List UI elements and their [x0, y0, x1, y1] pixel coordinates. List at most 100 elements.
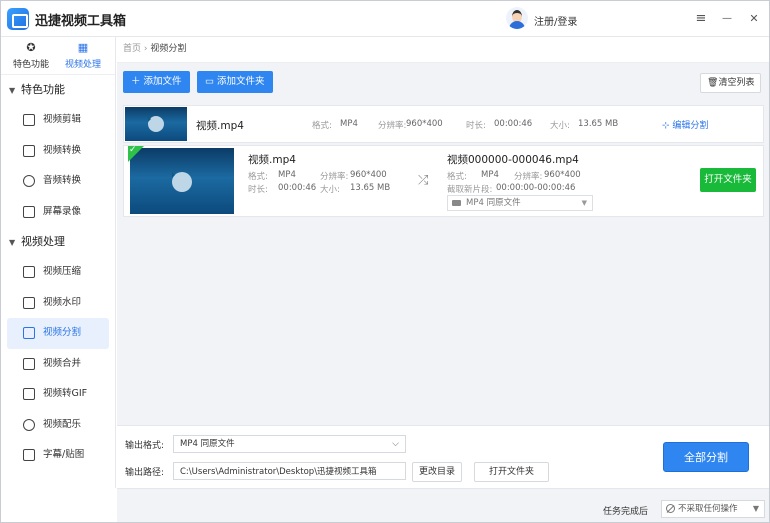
size-label: 大小:	[550, 121, 570, 131]
sidebar-item-video-convert[interactable]: 视频转换	[1, 136, 115, 167]
split-icon: ⊹	[662, 121, 673, 131]
sidebar-item-video-to-gif[interactable]: 视频转GIF	[1, 379, 115, 410]
sidebar-item-label: 字幕/贴图	[43, 449, 85, 460]
login-link[interactable]: 注册/登录	[534, 13, 577, 28]
sidebar-item-video-split[interactable]: 视频分割	[7, 318, 109, 349]
on-complete-select[interactable]: 不采取任何操作 ▼	[661, 500, 765, 518]
clear-list-button[interactable]: 🗑清空列表	[700, 73, 762, 93]
add-folder-button[interactable]: ▭ 添加文件夹	[197, 71, 273, 93]
select-value: 不采取任何操作	[678, 504, 738, 514]
add-file-button[interactable]: ＋ 添加文件	[123, 71, 190, 93]
section-label: 视频处理	[21, 235, 65, 248]
video-edit-icon	[23, 114, 35, 126]
segment-row[interactable]: ✓ 视频.mp4 格式: MP4 分辨率: 960*400 时长: 00:00:…	[123, 145, 764, 217]
tab-label: 特色功能	[12, 60, 49, 70]
tab-video-processing[interactable]: ▦ 视频处理	[59, 41, 107, 70]
camera-icon	[452, 200, 461, 206]
clip-label: 截取新片段:	[447, 185, 493, 195]
no-action-icon	[666, 504, 675, 513]
title-bar: 迅捷视频工具箱 注册/登录 ≡ — ✕	[1, 1, 769, 37]
chevron-down-icon: ⌵	[392, 439, 399, 449]
split-all-button[interactable]: 全部分割	[663, 442, 749, 472]
output-format-value: MP4	[481, 170, 499, 180]
checkmark-icon: ✓	[129, 145, 137, 155]
sidebar-item-label: 视频转GIF	[43, 388, 88, 399]
breadcrumb-home[interactable]: 首页	[123, 44, 141, 54]
app-window: 迅捷视频工具箱 注册/登录 ≡ — ✕ ✪ 特色功能 ▦ 视频处理 ▼ 特色功能 …	[0, 0, 770, 523]
user-avatar[interactable]	[506, 7, 528, 29]
sidebar-item-video-music[interactable]: 视频配乐	[1, 410, 115, 441]
sidebar-item-label: 视频合并	[43, 357, 82, 369]
output-format-label: 格式:	[447, 172, 467, 182]
star-icon: ✪	[26, 41, 36, 54]
sidebar-item-label: 视频配乐	[43, 418, 82, 430]
output-path-input[interactable]	[173, 462, 406, 480]
screen-record-icon	[23, 205, 35, 218]
menu-icon[interactable]: ≡	[692, 10, 710, 28]
tab-featured[interactable]: ✪ 特色功能	[7, 41, 55, 70]
sidebar-tabs: ✪ 特色功能 ▦ 视频处理	[1, 37, 115, 75]
clip-value: 00:00:00-00:00:46	[496, 183, 576, 193]
sidebar-item-label: 视频水印	[43, 296, 82, 308]
button-label: 添加文件	[143, 76, 182, 87]
breadcrumb-current: 视频分割	[150, 44, 187, 54]
source-size-value: 13.65 MB	[350, 183, 391, 193]
video-compress-icon	[23, 266, 35, 278]
format-label: 格式:	[312, 121, 332, 131]
sidebar-item-label: 屏幕录像	[43, 205, 82, 217]
output-settings-panel: 输出格式: MP4 同原文件 ⌵ 输出路径: 更改目录 打开文件夹 全部分割	[117, 425, 769, 488]
size-value: 13.65 MB	[578, 119, 619, 129]
film-icon: ▦	[77, 41, 89, 54]
segment-thumbnail	[130, 148, 234, 214]
output-format-select[interactable]: MP4 同原文件 ⌵	[173, 435, 406, 453]
resolution-value: 960*400	[406, 119, 443, 129]
source-resolution-label: 分辨率:	[320, 172, 349, 182]
folder-icon: ▭	[205, 76, 217, 87]
source-format-value: MP4	[278, 170, 296, 180]
section-video-processing[interactable]: ▼ 视频处理	[1, 227, 115, 257]
sidebar-item-audio-convert[interactable]: 音频转换	[1, 166, 115, 197]
open-output-folder-button[interactable]: 打开文件夹	[474, 462, 550, 482]
open-folder-button[interactable]: 打开文件夹	[700, 168, 756, 192]
sidebar-item-label: 视频压缩	[43, 266, 82, 277]
main-panel: 首页 › 视频分割 ＋ 添加文件 ▭ 添加文件夹 🗑清空列表 视频.mp4 格式…	[117, 37, 769, 488]
source-duration-value: 00:00:46	[278, 183, 317, 193]
video-convert-icon	[23, 144, 35, 157]
section-label: 特色功能	[21, 83, 65, 96]
sidebar-item-label: 视频分割	[43, 327, 82, 338]
file-row[interactable]: 视频.mp4 格式: MP4 分辨率: 960*400 时长: 00:00:46…	[123, 105, 764, 143]
minimize-icon[interactable]: —	[718, 10, 736, 28]
chevron-down-icon: ▼	[752, 504, 759, 513]
gif-icon	[23, 388, 35, 400]
on-complete-label: 任务完成后	[603, 507, 649, 517]
video-watermark-icon	[23, 296, 35, 309]
output-resolution-label: 分辨率:	[514, 172, 543, 182]
tab-label: 视频处理	[64, 60, 101, 70]
sidebar-item-video-edit[interactable]: 视频剪辑	[1, 105, 115, 136]
close-icon[interactable]: ✕	[745, 10, 763, 28]
audio-convert-icon	[23, 175, 35, 187]
sidebar-item-label: 音频转换	[43, 175, 82, 186]
button-label: 清空列表	[718, 78, 755, 88]
output-name: 视频000000-000046.mp4	[447, 154, 579, 166]
sidebar-item-video-compress[interactable]: 视频压缩	[1, 257, 115, 288]
trash-icon: 🗑	[707, 78, 719, 88]
sidebar-item-subtitle-sticker[interactable]: 字幕/贴图	[1, 440, 115, 471]
breadcrumb: 首页 › 视频分割	[117, 37, 769, 63]
sidebar-item-video-watermark[interactable]: 视频水印	[1, 288, 115, 319]
video-split-icon	[23, 327, 35, 339]
edit-split-button[interactable]: ⊹ 编辑分割	[662, 118, 708, 131]
select-value: MP4 同原文件	[180, 439, 235, 449]
section-featured[interactable]: ▼ 特色功能	[1, 75, 115, 105]
change-dir-button[interactable]: 更改目录	[412, 462, 463, 482]
file-name: 视频.mp4	[196, 120, 244, 132]
source-duration-label: 时长:	[248, 185, 268, 195]
shuffle-icon: ⤮	[418, 173, 429, 188]
sidebar-item-label: 视频转换	[43, 144, 82, 156]
segment-format-select[interactable]: MP4 同原文件 ▼	[447, 195, 593, 211]
sidebar-item-video-merge[interactable]: 视频合并	[1, 349, 115, 380]
video-thumbnail	[125, 107, 187, 141]
sidebar-item-screen-record[interactable]: 屏幕录像	[1, 197, 115, 228]
output-format-label: 输出格式:	[125, 441, 165, 451]
resolution-label: 分辨率:	[378, 121, 407, 131]
